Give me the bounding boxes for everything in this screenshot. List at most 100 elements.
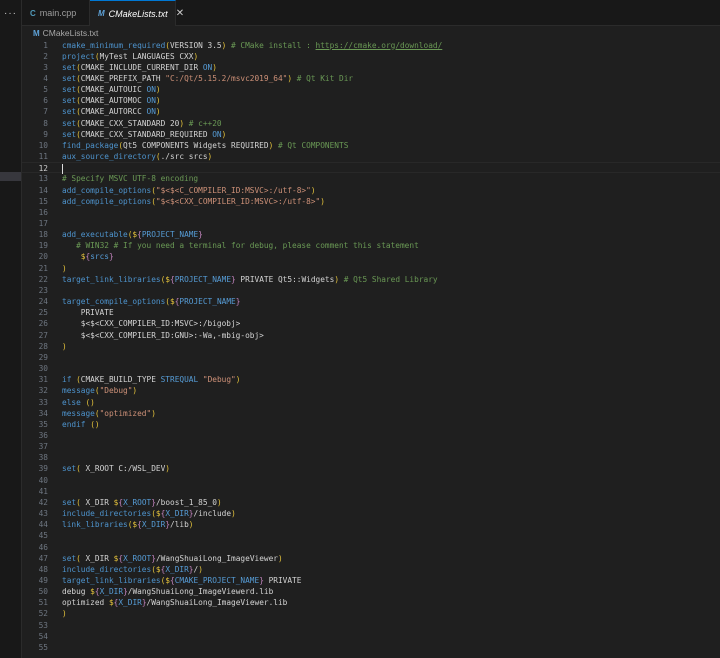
line-text: message("Debug") <box>62 385 137 396</box>
code-token: X_DIR <box>165 509 189 519</box>
code-line[interactable]: 22 target_link_libraries(${PROJECT_NAME} … <box>22 274 720 285</box>
code-line[interactable]: 39 set( X_ROOT C:/WSL_DEV) <box>22 463 720 474</box>
code-token: ) <box>155 85 161 95</box>
code-line[interactable]: 36 <box>22 430 720 441</box>
code-line[interactable]: 23 <box>22 285 720 296</box>
code-line[interactable]: 50 debug ${X_DIR}/WangShuaiLong_ImageView… <box>22 586 720 597</box>
code-token: set <box>62 85 77 95</box>
code-line[interactable]: 33 else () <box>22 397 720 408</box>
code-line[interactable]: 55 <box>22 642 720 653</box>
code-token: ) <box>193 51 199 61</box>
code-line[interactable]: 45 <box>22 530 720 541</box>
code-token: target_link_libraries <box>62 274 161 284</box>
code-token: target_compile_options <box>62 297 166 307</box>
code-line[interactable]: 7 set(CMAKE_AUTORCC ON) <box>22 106 720 117</box>
code-line[interactable]: 32 message("Debug") <box>22 385 720 396</box>
code-token: "optimized" <box>99 408 152 418</box>
code-link[interactable]: https://cmake.org/download/ <box>316 41 443 50</box>
code-token: CMAKE_PREFIX_PATH <box>80 73 166 83</box>
breadcrumb[interactable]: M CMakeLists.txt <box>33 28 98 38</box>
code-line[interactable]: 41 <box>22 486 720 497</box>
line-number: 15 <box>38 196 48 206</box>
code-token: "$<$<CXX_COMPILER_ID:MSVC>:/utf-8>" <box>155 196 321 206</box>
code-line[interactable]: 43 include_directories(${X_DIR}/include) <box>22 508 720 519</box>
code-line[interactable]: 49 target_link_libraries(${CMAKE_PROJECT_… <box>22 575 720 586</box>
code-line[interactable]: 34 message("optimized") <box>22 408 720 419</box>
code-editor[interactable]: 1 cmake_minimum_required(VERSION 3.5) # C… <box>22 40 720 654</box>
code-line[interactable]: 5 set(CMAKE_AUTOUIC ON) <box>22 84 720 95</box>
code-line[interactable]: 40 <box>22 475 720 486</box>
code-token: aux_source_directory <box>62 152 156 162</box>
code-line[interactable]: 9 set(CMAKE_CXX_STANDARD_REQUIRED ON) <box>22 129 720 140</box>
line-number: 28 <box>38 341 48 351</box>
code-line[interactable]: 8 set(CMAKE_CXX_STANDARD 20) # c++20 <box>22 118 720 129</box>
line-number: 43 <box>38 509 48 519</box>
code-line[interactable]: 52) <box>22 608 720 619</box>
code-line[interactable]: 37 <box>22 441 720 452</box>
code-line[interactable]: 16 <box>22 207 720 218</box>
code-line[interactable]: 48 include_directories(${X_DIR}/) <box>22 564 720 575</box>
code-line[interactable]: 47 set( X_DIR ${X_ROOT}/WangShuaiLong_Ima… <box>22 553 720 564</box>
code-token: PROJECT_NAME <box>174 274 232 284</box>
code-line[interactable]: 11 aux_source_directory(./src srcs) <box>22 151 720 162</box>
line-number: 53 <box>38 620 48 630</box>
tab-cmakelists[interactable]: M CMakeLists.txt ✕ <box>90 0 184 26</box>
code-line[interactable]: 44 link_libraries(${X_DIR}/lib) <box>22 519 720 530</box>
code-line[interactable]: 27 $<$<CXX_COMPILER_ID:GNU>:-Wa,-mbig-ob… <box>22 330 720 341</box>
line-text: endif () <box>62 419 100 430</box>
code-token: CMAKE_AUTOUIC <box>80 85 147 95</box>
code-line[interactable]: 28) <box>22 341 720 352</box>
code-token: include_directories <box>62 564 152 574</box>
code-line[interactable]: 2 project(MyTest LANGUAGES CXX) <box>22 51 720 62</box>
code-line[interactable]: 54 <box>22 631 720 642</box>
code-line[interactable]: 3 set(CMAKE_INCLUDE_CURRENT_DIR ON) <box>22 62 720 73</box>
code-line[interactable]: 29 <box>22 352 720 363</box>
close-icon[interactable]: ✕ <box>176 8 184 19</box>
line-number: 18 <box>38 230 48 240</box>
line-number: 8 <box>43 118 48 128</box>
code-token: CMAKE_CXX_STANDARD_REQUIRED <box>80 129 213 139</box>
code-line[interactable]: 46 <box>22 542 720 553</box>
code-token: set <box>62 107 77 117</box>
code-line[interactable]: 17 <box>22 218 720 229</box>
code-line[interactable]: 31 if (CMAKE_BUILD_TYPE STREQUAL "Debug") <box>22 374 720 385</box>
code-line[interactable]: 18 add_executable(${PROJECT_NAME} <box>22 229 720 240</box>
line-number: 3 <box>43 62 48 72</box>
line-text: cmake_minimum_required(VERSION 3.5) # CM… <box>62 40 442 51</box>
code-line[interactable]: 21) <box>22 263 720 274</box>
code-token: Qt5 COMPONENTS Widgets REQUIRED <box>123 140 269 150</box>
code-token: $<$<CXX_COMPILER_ID:MSVC>:/bigobj> <box>62 319 241 329</box>
code-token: X_ROOT <box>123 553 152 563</box>
code-line[interactable]: 15 add_compile_options("$<$<CXX_COMPILER_… <box>22 196 720 207</box>
code-line[interactable]: 10 find_package(Qt5 COMPONENTS Widgets RE… <box>22 140 720 151</box>
code-token: set <box>62 553 77 563</box>
code-line[interactable]: 26 $<$<CXX_COMPILER_ID:MSVC>:/bigobj> <box>22 318 720 329</box>
code-token: PRIVATE <box>263 576 302 585</box>
code-line[interactable]: 14 add_compile_options("$<$<C_COMPILER_ID… <box>22 185 720 196</box>
breadcrumb-file[interactable]: CMakeLists.txt <box>43 28 99 38</box>
code-line[interactable]: 35 endif () <box>22 419 720 430</box>
code-line[interactable]: 20 ${srcs} <box>22 251 720 262</box>
code-line[interactable]: 4 set(CMAKE_PREFIX_PATH "C:/Qt/5.15.2/msv… <box>22 73 720 84</box>
code-token: ON <box>146 107 156 117</box>
code-line[interactable]: 13 # Specify MSVC UTF-8 encoding <box>22 173 720 184</box>
code-line[interactable]: 19 # WIN32 # If you need a terminal for … <box>22 240 720 251</box>
code-line[interactable]: 1 cmake_minimum_required(VERSION 3.5) # C… <box>22 40 720 51</box>
code-line[interactable]: 24 target_compile_options(${PROJECT_NAME} <box>22 296 720 307</box>
code-token: set <box>62 73 77 83</box>
line-number: 14 <box>38 185 48 195</box>
code-line[interactable]: 53 <box>22 620 720 631</box>
code-token: "Debug" <box>202 375 236 385</box>
more-actions-button[interactable]: ··· <box>4 8 17 19</box>
code-line[interactable]: 30 <box>22 363 720 374</box>
code-token: X_DIR <box>141 520 166 530</box>
code-line[interactable]: 25 PRIVATE <box>22 307 720 318</box>
code-line[interactable]: 6 set(CMAKE_AUTOMOC ON) <box>22 95 720 106</box>
code-line[interactable]: 12 <box>22 162 720 175</box>
code-line[interactable]: 42 set( X_DIR ${X_ROOT}/boost_1_85_0) <box>22 497 720 508</box>
code-line[interactable]: 38 <box>22 452 720 463</box>
code-line[interactable]: 51 optimized ${X_DIR}/WangShuaiLong_Image… <box>22 597 720 608</box>
code-token: ) <box>132 386 138 396</box>
tab-main-cpp[interactable]: C main.cpp <box>22 0 90 26</box>
sidebar-selected-item[interactable] <box>0 172 21 181</box>
